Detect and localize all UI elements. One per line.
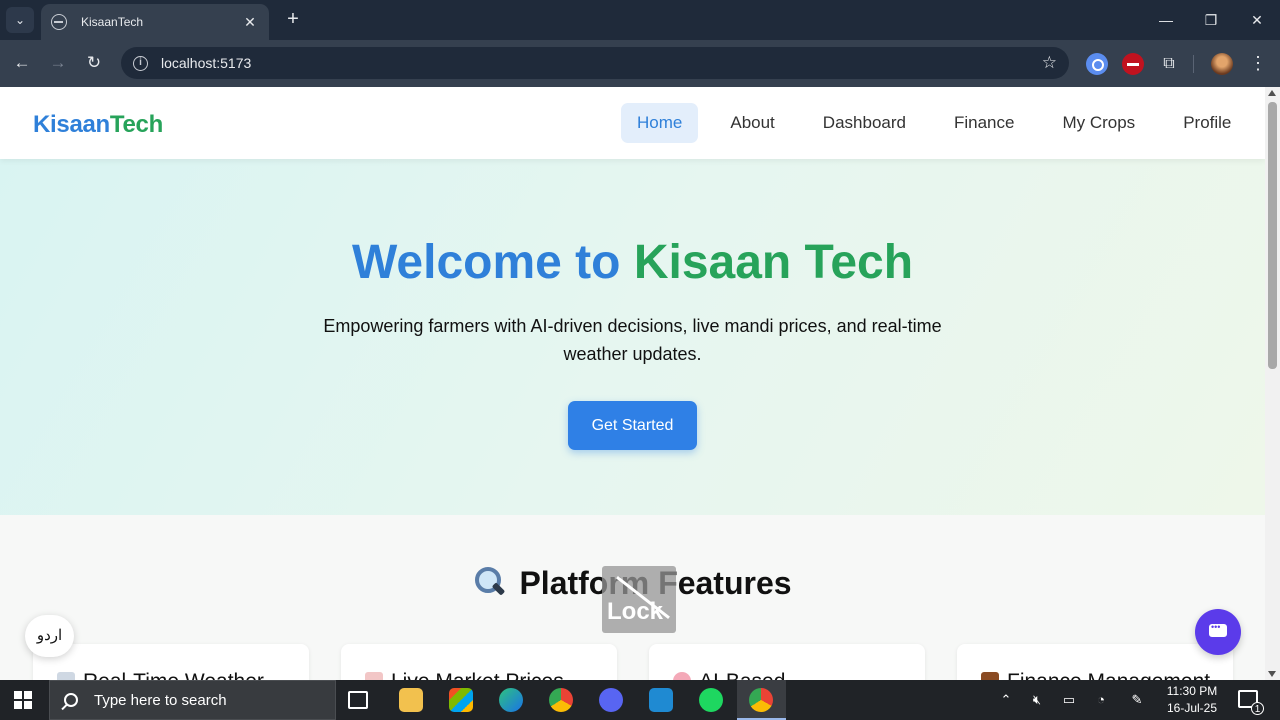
profile-avatar[interactable] <box>1211 53 1233 75</box>
network-icon[interactable]: ◔ <box>1090 680 1112 720</box>
feature-card-title: Real-Time Weather <box>57 670 264 680</box>
discord-icon[interactable] <box>599 688 623 712</box>
feature-card-finance[interactable]: Finance Management <box>957 644 1233 680</box>
address-bar[interactable]: i localhost:5173 ☆ <box>121 47 1069 79</box>
store-icon[interactable] <box>449 688 473 712</box>
magnifying-glass-icon <box>473 566 505 598</box>
volume-muted-icon[interactable]: 🔇︎ <box>1026 680 1048 720</box>
hero-section: Welcome to Kisaan Tech Empowering farmer… <box>0 159 1265 515</box>
windows-start-icon[interactable] <box>14 691 32 709</box>
chrome-profile-icon <box>749 688 773 712</box>
feature-card-title: AI-Based <box>673 670 785 680</box>
get-started-button[interactable]: Get Started <box>568 401 697 450</box>
taskbar-search-placeholder: Type here to search <box>94 691 227 709</box>
weather-icon <box>57 672 75 680</box>
main-nav: Home About Dashboard Finance My Crops Pr… <box>621 103 1247 143</box>
back-icon[interactable]: ← <box>10 51 34 75</box>
language-toggle-button[interactable]: اردو <box>25 615 74 657</box>
search-icon <box>64 693 78 707</box>
browser-toolbar: ← → ↻ i localhost:5173 ☆ ⧉ ⋮ <box>0 40 1280 87</box>
nav-home[interactable]: Home <box>621 103 699 143</box>
feature-card-market-prices[interactable]: Live Market Prices <box>341 644 617 680</box>
feature-card-title: Live Market Prices <box>365 670 564 680</box>
hero-subtitle: Empowering farmers with AI-driven decisi… <box>323 316 942 364</box>
feature-card-title: Finance Management <box>981 670 1210 680</box>
feature-card-title-text: Real-Time Weather <box>83 670 264 680</box>
reload-icon[interactable]: ↻ <box>82 51 106 75</box>
extension-search-icon[interactable] <box>1086 53 1108 75</box>
site-logo[interactable]: KisaanTech <box>33 111 163 139</box>
extension-block-icon[interactable] <box>1122 53 1144 75</box>
scroll-down-arrow-icon[interactable] <box>1268 671 1276 677</box>
taskbar-search-box[interactable]: Type here to search <box>49 680 336 720</box>
pen-icon[interactable]: ✎ <box>1126 680 1148 720</box>
feature-card-weather[interactable]: Real-Time Weather <box>33 644 309 680</box>
tab-search-icon[interactable]: ⌄ <box>6 7 34 33</box>
chat-bubble-icon[interactable] <box>1195 609 1241 655</box>
scroll-thumb[interactable] <box>1268 102 1277 369</box>
minimize-button[interactable]: — <box>1151 8 1181 32</box>
windows-taskbar: Type here to search ⌃ 🔇︎ ▭ ◔ ✎ 11:30 PM … <box>0 680 1280 720</box>
site-info-icon[interactable]: i <box>133 55 148 71</box>
briefcase-icon <box>981 672 999 680</box>
clock-time: 11:30 PM <box>1166 684 1218 698</box>
hero-title-welcome: Welcome to <box>351 236 621 289</box>
edge-icon[interactable] <box>499 688 523 712</box>
nav-dashboard[interactable]: Dashboard <box>807 103 922 143</box>
feature-card-title-text: Finance Management <box>1007 670 1210 680</box>
forward-icon[interactable]: → <box>46 51 70 75</box>
scroll-up-arrow-icon[interactable] <box>1268 90 1276 96</box>
clock-date: 16-Jul-25 <box>1166 701 1218 715</box>
logo-part-kisaan: Kisaan <box>33 111 110 138</box>
restore-button[interactable]: ❐ <box>1196 8 1226 32</box>
browser-menu-icon[interactable]: ⋮ <box>1249 51 1267 75</box>
extensions-puzzle-icon[interactable]: ⧉ <box>1158 53 1180 75</box>
page-scrollbar[interactable] <box>1265 87 1280 680</box>
browser-tab[interactable]: KisaanTech ✕ <box>41 4 269 40</box>
lock-overlay-icon: Lock <box>602 566 676 633</box>
chrome-icon[interactable] <box>549 688 573 712</box>
taskbar-active-app[interactable] <box>737 680 786 720</box>
close-window-button[interactable]: ✕ <box>1242 8 1272 32</box>
hero-title-brand: Kisaan Tech <box>633 236 914 289</box>
file-explorer-icon[interactable] <box>399 688 423 712</box>
bookmark-star-icon[interactable]: ☆ <box>1042 53 1057 73</box>
feature-card-title-text: Live Market Prices <box>391 670 564 680</box>
vscode-icon[interactable] <box>649 688 673 712</box>
tab-title: KisaanTech <box>81 15 144 29</box>
nav-my-crops[interactable]: My Crops <box>1046 103 1151 143</box>
new-tab-button[interactable]: + <box>282 8 304 30</box>
tab-close-icon[interactable]: ✕ <box>241 14 259 31</box>
site-header: KisaanTech Home About Dashboard Finance … <box>0 87 1265 159</box>
site-favicon <box>51 14 67 30</box>
url-text[interactable]: localhost:5173 <box>161 55 1042 71</box>
notification-badge: 1 <box>1251 702 1264 715</box>
lock-overlay-text: Lock <box>607 598 664 625</box>
show-hidden-icon[interactable]: ⌃ <box>996 680 1016 720</box>
logo-part-tech: Tech <box>109 111 163 138</box>
page-viewport: KisaanTech Home About Dashboard Finance … <box>0 87 1265 680</box>
nav-finance[interactable]: Finance <box>938 103 1030 143</box>
hero-title: Welcome to Kisaan Tech <box>0 235 1265 290</box>
task-view-icon[interactable] <box>348 691 368 709</box>
nav-about[interactable]: About <box>714 103 790 143</box>
chart-icon <box>365 672 383 680</box>
browser-tab-strip: ⌄ KisaanTech ✕ + — ❐ ✕ <box>0 0 1280 40</box>
feature-card-ai[interactable]: AI-Based <box>649 644 925 680</box>
spotify-icon[interactable] <box>699 688 723 712</box>
brain-icon <box>673 672 691 680</box>
battery-icon[interactable]: ▭ <box>1058 680 1080 720</box>
nav-profile[interactable]: Profile <box>1167 103 1247 143</box>
taskbar-clock[interactable]: 11:30 PM 16-Jul-25 <box>1160 683 1224 717</box>
feature-card-title-text: AI-Based <box>699 670 785 680</box>
toolbar-divider <box>1193 55 1194 73</box>
